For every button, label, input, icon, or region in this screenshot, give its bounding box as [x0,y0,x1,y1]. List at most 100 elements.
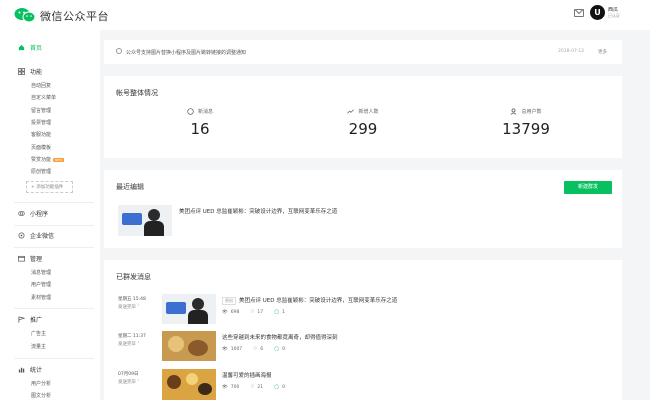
stat-label-row: 新增人数 [313,108,413,115]
user-name[interactable]: 西瓜 [608,6,618,13]
stat-new-messages[interactable]: 新消息 16 [150,108,250,138]
nav-statistics[interactable]: 统计 [18,365,42,374]
message-status[interactable]: 发送完毕 ˅ [118,304,140,310]
person-head [192,298,204,310]
message-title[interactable]: 原创 美团点评 UED 总监崔颖彬：突破设计边界，互联网变革乐存之道 [222,296,397,305]
message-status[interactable]: 发送完毕 ˅ [118,379,140,385]
comments-count: 0 [282,347,286,352]
sidebar-item-customer-service[interactable]: 客服功能 [31,131,51,138]
message-time: 星期五 15:48 [118,297,146,302]
message-status[interactable]: 发送完毕 ˅ [118,341,140,347]
message-thumbnail[interactable] [162,369,216,400]
article-thumbnail[interactable] [118,205,172,236]
likes-count: 17 [257,310,264,315]
food-shape [188,340,208,356]
sidebar-item-article-analysis[interactable]: 图文分析 [31,392,51,399]
nav-mini-program-label: 小程序 [30,211,49,218]
stat-label-row: 总用户数 [476,108,576,115]
views-count: 698 [230,310,240,315]
message-thumbnail[interactable] [162,294,216,324]
notice-bar: 公众号支持图片替换小程序及图片跳转链接的调整通知 2018-07-12 更多 [104,40,622,64]
sidebar-item-user-analysis[interactable]: 用户分析 [31,380,51,387]
recent-article-title[interactable]: 美团点评 UED 总监崔颖彬：突破设计边界，互联网变革乐存之道 [179,207,337,215]
comments-count: 1 [282,310,286,315]
message-stats: 👁 1007 ♡ 6 ◯ 0 [222,347,285,352]
notice-text[interactable]: 公众号支持图片替换小程序及图片跳转链接的调整通知 [126,49,246,56]
sent-title: 已群发消息 [116,273,151,281]
message-stats: 👁 700 ♡ 21 ◯ 0 [222,385,285,390]
nav-feature-label: 功能 [30,69,43,76]
heart-icon: ♡ [250,385,255,390]
person-body [144,221,164,236]
trend-icon [347,109,355,114]
user-icon [511,108,517,115]
sidebar-divider [14,308,94,309]
grid-icon [18,68,25,75]
eye-icon: 👁 [222,310,228,315]
comments-count: 0 [282,385,286,390]
nav-manage[interactable]: 管理 [18,254,42,263]
eye-icon: 👁 [222,347,228,352]
user-role: 已认证 [608,13,620,18]
nav-promotion[interactable]: 推广 [18,315,42,324]
illustration-shape [186,373,198,385]
sidebar-item-messages[interactable]: 消息管理 [31,269,51,276]
new-badge: NEW [53,157,65,162]
stat-value: 299 [348,120,378,138]
eye-icon: 👁 [222,385,228,390]
sidebar-item-custom-menu[interactable]: 自定义菜单 [31,94,56,101]
sidebar-divider [14,247,94,248]
message-icon [187,108,194,115]
nav-mini-program[interactable]: 小程序 [18,209,48,218]
home-icon [18,44,25,51]
avatar[interactable]: U [590,5,605,20]
sidebar: 首页 功能 自动回复 自定义菜单 留言管理 投票管理 客服功能 页面模板 赞赏功… [0,30,100,400]
views-count: 1007 [230,347,243,352]
recent-edit-card: 最近编辑 新建群发 美团点评 UED 总监崔颖彬：突破设计边界，互联网变革乐存之… [104,170,622,248]
sidebar-item-auto-reply[interactable]: 自动回复 [31,82,51,89]
add-plugin-button[interactable]: + 添加功能插件 [26,181,73,193]
message-time: 星期二 11:37 [118,334,146,339]
flag-icon [18,316,25,323]
stat-label: 新消息 [197,109,213,115]
sidebar-divider [14,358,94,359]
overview-title: 帐号整体情况 [116,89,158,97]
sidebar-item-advertiser[interactable]: 广告主 [31,330,46,337]
original-tag: 原创 [222,297,236,305]
stat-total-users[interactable]: 总用户数 13799 [476,108,576,138]
sidebar-item-votes[interactable]: 投票管理 [31,119,51,126]
comment-icon: ◯ [274,347,280,352]
nav-feature[interactable]: 功能 [18,67,42,76]
message-thumbnail[interactable] [162,331,216,361]
nav-home[interactable]: 首页 [18,43,42,52]
message-title[interactable]: 温馨可爱的插画海报 [222,371,272,379]
wechat-logo-icon[interactable] [14,7,36,23]
nav-enterprise-wechat[interactable]: 企业微信 [18,231,54,240]
bar-chart-icon [18,367,25,373]
stat-value: 13799 [502,120,550,138]
enterprise-icon [18,232,25,239]
notice-icon [116,48,122,54]
sidebar-item-reward-label: 赞赏功能 [31,157,52,163]
stat-new-followers[interactable]: 新增人数 299 [313,108,413,138]
sidebar-item-publisher[interactable]: 流量主 [31,343,46,350]
food-shape [168,336,184,352]
brand-title[interactable]: 微信公众平台 [40,8,109,24]
sidebar-item-original[interactable]: 原创管理 [31,168,51,175]
message-title[interactable]: 这些穿越到未来的食物都竟离奇，却得值得深刻 [222,333,338,341]
stat-value: 16 [190,120,210,138]
notice-more-link[interactable]: 更多 [598,49,607,55]
mail-icon[interactable] [574,9,584,17]
sidebar-item-reward[interactable]: 赞赏功能 NEW [31,156,65,163]
heart-icon: ♡ [250,310,255,315]
heart-icon: ♡ [253,347,258,352]
likes-count: 6 [260,347,264,352]
nav-enterprise-wechat-label: 企业微信 [30,233,55,240]
sidebar-item-users[interactable]: 用户管理 [31,281,51,288]
new-broadcast-button[interactable]: 新建群发 [564,181,612,194]
sidebar-item-page-template[interactable]: 页面模板 [31,144,51,151]
sidebar-item-comments[interactable]: 留言管理 [31,107,51,114]
sidebar-item-materials[interactable]: 素材管理 [31,294,51,301]
sidebar-divider [14,202,94,203]
illustration-shape [167,375,181,389]
